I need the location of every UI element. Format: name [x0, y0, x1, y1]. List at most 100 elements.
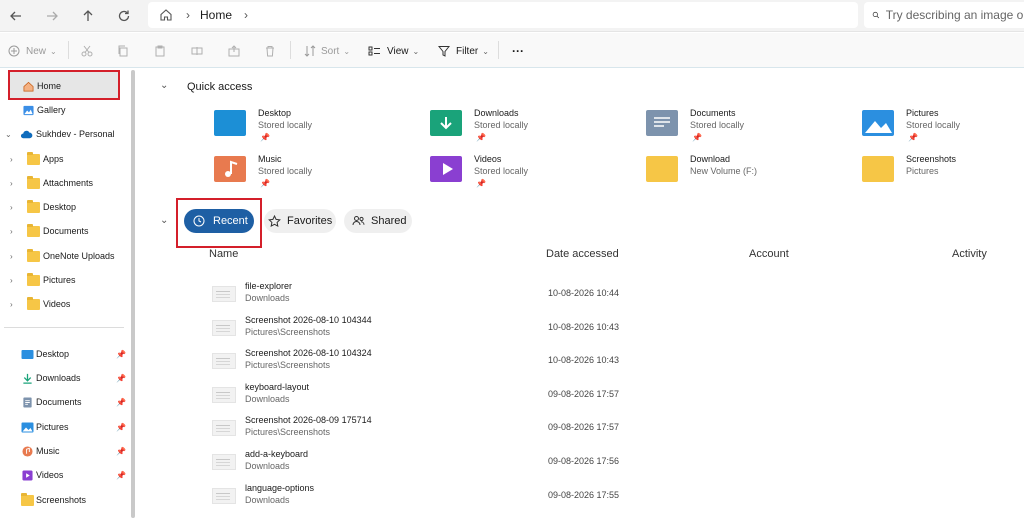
desktop-icon	[214, 110, 246, 136]
new-button[interactable]: New ⌄	[8, 42, 57, 60]
quick-access-downloads[interactable]: Downloads Stored locally 📌	[430, 108, 640, 152]
more-options-button[interactable]: ···	[512, 42, 524, 60]
toolbar-divider	[290, 41, 291, 59]
delete-button[interactable]	[264, 42, 276, 60]
quick-access-download-f[interactable]: Download New Volume (F:)	[646, 154, 856, 198]
view-button[interactable]: View ⌄	[368, 42, 419, 60]
file-date: 09-08-2026 17:55	[548, 490, 620, 500]
sidebar-pinned-pictures[interactable]: Pictures 📌	[0, 416, 126, 438]
chevron-right-icon[interactable]: ›	[10, 179, 13, 188]
sidebar-item-documents[interactable]: › Documents	[0, 220, 124, 242]
chevron-right-icon[interactable]: ›	[10, 300, 13, 309]
quick-access-videos[interactable]: Videos Stored locally 📌	[430, 154, 640, 198]
item-name: Videos	[474, 154, 502, 164]
folder-icon	[27, 273, 40, 286]
table-row[interactable]: keyboard-layout Downloads 09-08-2026 17:…	[210, 381, 1010, 413]
view-label: View	[387, 45, 409, 57]
sidebar-item-desktop[interactable]: › Desktop	[0, 196, 124, 218]
tab-favorites[interactable]: Favorites	[264, 209, 336, 233]
plus-circle-icon	[8, 45, 20, 57]
sidebar-item-label: Pictures	[43, 275, 76, 285]
table-row[interactable]: Screenshot 2026-08-10 104344 Pictures\Sc…	[210, 314, 1010, 346]
chevron-right-icon[interactable]: ›	[10, 203, 13, 212]
chevron-down-icon[interactable]: ⌄	[5, 130, 12, 139]
download-icon	[430, 110, 462, 136]
filter-button[interactable]: Filter ⌄	[438, 42, 489, 60]
pin-icon[interactable]: 📌	[116, 350, 126, 359]
item-name: Music	[258, 154, 282, 164]
pin-icon[interactable]: 📌	[116, 471, 126, 480]
sidebar-pinned-screenshots[interactable]: Screenshots	[0, 489, 126, 511]
item-name: Download	[690, 154, 731, 164]
sidebar-item-label: Apps	[43, 154, 64, 164]
sidebar-item-pictures[interactable]: › Pictures	[0, 269, 124, 291]
sidebar-item-videos[interactable]: › Videos	[0, 293, 124, 315]
chevron-right-icon[interactable]: ›	[186, 8, 190, 22]
tab-shared[interactable]: Shared	[344, 209, 412, 233]
sidebar-item-onedrive[interactable]: ⌄ Sukhdev - Personal	[0, 123, 124, 145]
sidebar-item-apps[interactable]: › Apps	[0, 148, 124, 170]
up-button[interactable]	[78, 6, 98, 26]
search-input[interactable]: Try describing an image or f	[864, 2, 1024, 28]
share-button[interactable]	[228, 42, 240, 60]
forward-button[interactable]	[42, 6, 62, 26]
chevron-right-icon[interactable]: ›	[244, 8, 248, 22]
sidebar-pinned-documents[interactable]: Documents 📌	[0, 391, 126, 413]
share-icon	[228, 45, 240, 57]
folder-icon	[27, 297, 40, 310]
table-row[interactable]: Screenshot 2026-08-09 175714 Pictures\Sc…	[210, 414, 1010, 446]
quick-access-music[interactable]: Music Stored locally 📌	[214, 154, 424, 198]
quick-access-documents[interactable]: Documents Stored locally 📌	[646, 108, 856, 152]
pin-icon[interactable]: 📌	[116, 447, 126, 456]
file-name: keyboard-layout	[245, 382, 310, 392]
chevron-right-icon[interactable]: ›	[10, 155, 13, 164]
chevron-down-icon[interactable]: ⌄	[160, 80, 168, 91]
sidebar-scrollbar[interactable]	[131, 70, 135, 518]
pin-icon[interactable]: 📌	[116, 374, 126, 383]
file-date: 09-08-2026 17:56	[548, 456, 620, 466]
star-icon	[268, 214, 281, 227]
home-icon[interactable]	[158, 7, 174, 23]
table-row[interactable]: Screenshot 2026-08-10 104324 Pictures\Sc…	[210, 347, 1010, 379]
rename-button[interactable]	[191, 42, 203, 60]
column-header-name[interactable]: Name	[209, 248, 238, 260]
clipboard-icon	[155, 45, 165, 57]
column-header-account[interactable]: Account	[749, 248, 789, 260]
quick-access-desktop[interactable]: Desktop Stored locally 📌	[214, 108, 424, 152]
paste-button[interactable]	[154, 42, 166, 60]
table-row[interactable]: file-explorer Downloads 10-08-2026 10:44	[210, 280, 1010, 312]
sort-button[interactable]: Sort ⌄	[304, 42, 350, 60]
sidebar-item-attachments[interactable]: › Attachments	[0, 172, 124, 194]
item-subtitle: Stored locally	[690, 120, 745, 130]
column-header-date[interactable]: Date accessed	[546, 248, 619, 260]
sidebar-pinned-downloads[interactable]: Downloads 📌	[0, 367, 126, 389]
sidebar-item-onenote-uploads[interactable]: › OneNote Uploads	[0, 245, 124, 267]
sidebar-pinned-music[interactable]: Music 📌	[0, 440, 126, 462]
table-row[interactable]: add-a-keyboard Downloads 09-08-2026 17:5…	[210, 448, 1010, 480]
chevron-right-icon[interactable]: ›	[10, 276, 13, 285]
quick-access-screenshots[interactable]: Screenshots Pictures	[862, 154, 1024, 198]
chevron-right-icon[interactable]: ›	[10, 227, 13, 236]
sidebar-pinned-videos[interactable]: Videos 📌	[0, 464, 126, 486]
quick-access-pictures[interactable]: Pictures Stored locally 📌	[862, 108, 1024, 152]
pin-icon[interactable]: 📌	[116, 398, 126, 407]
breadcrumb-home[interactable]: Home	[200, 8, 232, 22]
back-button[interactable]	[6, 6, 26, 26]
pin-icon[interactable]: 📌	[116, 423, 126, 432]
address-bar[interactable]: › Home ›	[148, 2, 858, 28]
sidebar-item-home[interactable]: Home	[0, 75, 120, 97]
column-header-activity[interactable]: Activity	[952, 248, 987, 260]
refresh-button[interactable]	[114, 6, 134, 26]
copy-button[interactable]	[117, 42, 129, 60]
table-row[interactable]: language-options Downloads 09-08-2026 17…	[210, 482, 1010, 514]
chevron-down-icon[interactable]: ⌄	[160, 215, 168, 226]
item-name: Desktop	[258, 108, 292, 118]
file-location: Pictures\Screenshots	[245, 427, 331, 437]
sidebar-item-label: Documents	[36, 397, 82, 407]
sidebar-item-gallery[interactable]: Gallery	[0, 99, 120, 121]
cut-button[interactable]	[81, 42, 93, 60]
chevron-right-icon[interactable]: ›	[10, 252, 13, 261]
file-thumbnail	[212, 420, 236, 436]
sidebar-pinned-desktop[interactable]: Desktop 📌	[0, 343, 126, 365]
file-thumbnail	[212, 353, 236, 369]
